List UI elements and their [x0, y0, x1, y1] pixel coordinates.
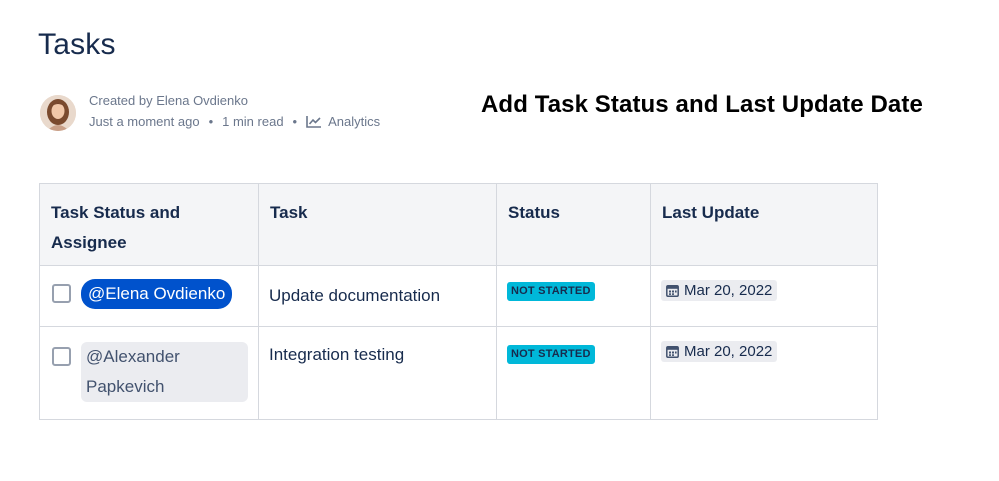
table-header-row: Task Status and Assignee Task Status Las…	[39, 183, 878, 266]
assignee-cell: @Elena Ovdienko	[39, 265, 259, 327]
task-checkbox[interactable]	[52, 347, 71, 366]
author-avatar[interactable]	[40, 95, 76, 131]
overlay-caption: Add Task Status and Last Update Date	[481, 91, 923, 118]
date-text: Mar 20, 2022	[684, 343, 773, 360]
date-text: Mar 20, 2022	[684, 282, 773, 299]
column-header-status: Status	[496, 183, 651, 266]
task-cell: Integration testing	[258, 326, 497, 420]
status-lozenge[interactable]: NOT STARTED	[507, 282, 595, 301]
last-modified-time[interactable]: Just a moment ago	[89, 114, 200, 129]
task-table: Task Status and Assignee Task Status Las…	[39, 183, 878, 420]
table-row: @Alexander Papkevich Integration testing…	[39, 326, 878, 420]
status-cell: NOT STARTED	[496, 326, 651, 420]
user-mention[interactable]: @Elena Ovdienko	[81, 279, 233, 309]
task-name: Update documentation	[269, 286, 441, 305]
column-header-last-update: Last Update	[650, 183, 878, 266]
task-name: Integration testing	[269, 345, 405, 364]
task-cell: Update documentation	[258, 265, 497, 327]
table-row: @Elena Ovdienko Update documentation NOT…	[39, 265, 878, 327]
assignee-cell: @Alexander Papkevich	[39, 326, 259, 420]
last-update-cell: Mar 20, 2022	[650, 265, 878, 327]
separator-dot: •	[292, 114, 298, 129]
task-checkbox[interactable]	[52, 284, 71, 303]
separator-dot: •	[208, 114, 214, 129]
page-byline: Created by Elena Ovdienko Just a moment …	[89, 93, 380, 129]
analytics-chart-icon	[306, 116, 322, 128]
created-by-text: Created by Elena Ovdienko	[89, 93, 248, 108]
user-mention[interactable]: @Alexander Papkevich	[81, 342, 248, 402]
date-chip[interactable]: Mar 20, 2022	[661, 341, 778, 362]
last-update-cell: Mar 20, 2022	[650, 326, 878, 420]
page-title: Tasks	[38, 28, 116, 61]
calendar-icon	[666, 346, 679, 358]
analytics-link[interactable]: Analytics	[306, 114, 380, 129]
analytics-label: Analytics	[328, 114, 381, 129]
date-chip[interactable]: Mar 20, 2022	[661, 280, 778, 301]
status-cell: NOT STARTED	[496, 265, 651, 327]
calendar-icon	[666, 285, 679, 297]
column-header-task: Task	[258, 183, 497, 266]
read-time: 1 min read	[222, 114, 284, 129]
column-header-assignee: Task Status and Assignee	[39, 183, 259, 266]
status-lozenge[interactable]: NOT STARTED	[507, 345, 595, 364]
